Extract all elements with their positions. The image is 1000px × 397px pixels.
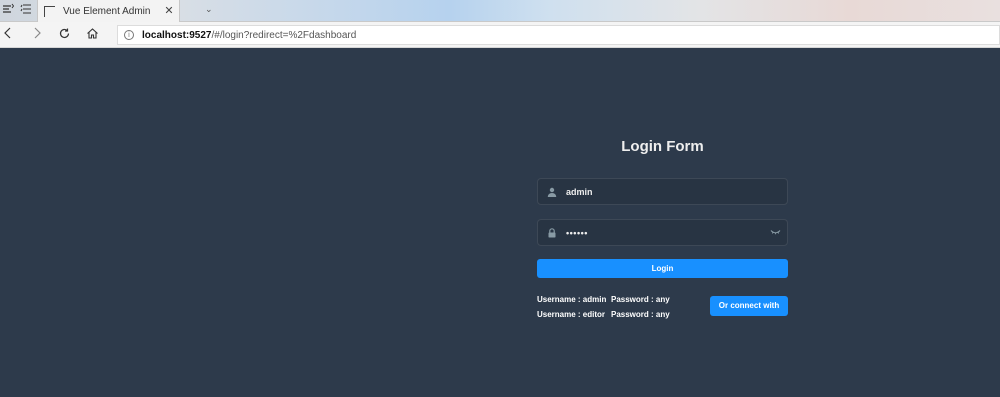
tip-username: Username : editor	[537, 310, 606, 319]
tip-row: Username : admin Password : any	[537, 295, 697, 310]
tab-list-icon[interactable]	[18, 3, 34, 19]
connect-with-button[interactable]: Or connect with	[710, 296, 788, 316]
page-favicon-icon	[44, 5, 55, 17]
forward-icon[interactable]	[29, 27, 45, 43]
tip-username: Username : admin	[537, 295, 607, 304]
address-bar: i localhost:9527/#/login?redirect=%2Fdas…	[0, 22, 1000, 48]
tip-row: Username : editor Password : any	[537, 310, 697, 325]
user-icon	[538, 187, 566, 197]
login-button[interactable]: Login	[537, 259, 788, 278]
url-field[interactable]: i localhost:9527/#/login?redirect=%2Fdas…	[117, 25, 1000, 45]
url-host: localhost:9527	[142, 29, 212, 41]
tab-dropdown-icon[interactable]: ⌄	[205, 4, 213, 15]
url-path: /#/login?redirect=%2Fdashboard	[211, 29, 357, 41]
tip-password: Password : any	[611, 295, 670, 304]
tab-title: Vue Element Admin	[63, 5, 151, 17]
login-tips: Username : admin Password : any Username…	[537, 295, 697, 325]
password-input[interactable]: ••••••	[566, 228, 766, 238]
tab-actions-icon[interactable]	[0, 3, 16, 19]
username-input[interactable]	[566, 179, 787, 204]
refresh-icon[interactable]	[56, 27, 72, 43]
eye-closed-icon[interactable]	[766, 229, 784, 236]
password-field[interactable]: ••••••	[537, 219, 788, 246]
username-field[interactable]	[537, 178, 788, 205]
lock-icon	[538, 227, 566, 238]
site-info-icon[interactable]: i	[124, 30, 134, 40]
tip-password: Password : any	[611, 310, 670, 319]
home-icon[interactable]	[84, 27, 100, 43]
back-icon[interactable]	[0, 27, 16, 43]
close-tab-icon[interactable]: ✕	[163, 4, 175, 18]
browser-tab-strip: Vue Element Admin ✕ ⌄	[0, 0, 1000, 22]
page-title: Login Form	[621, 138, 704, 155]
browser-tab[interactable]: Vue Element Admin ✕	[37, 0, 180, 22]
